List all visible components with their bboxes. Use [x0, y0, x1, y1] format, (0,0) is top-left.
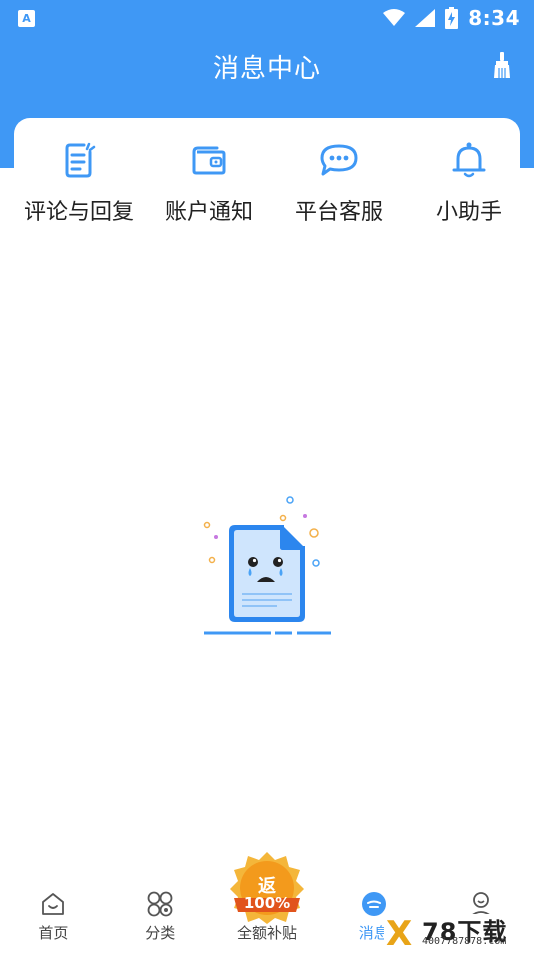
category-service-label: 平台客服: [294, 200, 383, 225]
tab-home[interactable]: 首页: [0, 878, 107, 950]
notification-a-icon: A: [18, 10, 35, 27]
comment-edit-icon: [65, 142, 96, 178]
message-icon: [361, 892, 386, 916]
category-comments-label: 评论与回复: [23, 200, 134, 225]
badge-percent: 100%: [243, 894, 291, 912]
category-account[interactable]: 账户通知: [144, 140, 274, 240]
tab-category[interactable]: 分类: [107, 878, 214, 950]
tab-home-label: 首页: [38, 924, 69, 942]
category-row: 评论与回复 账户通知 平台客服 小助手: [0, 140, 534, 240]
status-time: 8:34: [468, 6, 520, 30]
status-icons: 8:34: [383, 6, 520, 30]
page-title: 消息中心: [212, 54, 321, 84]
category-assistant-label: 小助手: [435, 200, 502, 225]
wallet-icon: [192, 146, 226, 175]
empty-state: [195, 490, 340, 645]
category-icon: [147, 891, 173, 917]
home-icon: [42, 893, 65, 915]
chat-bubble-icon: [320, 144, 358, 176]
status-bar: A 8:34: [0, 0, 534, 36]
category-assistant[interactable]: 小助手: [404, 140, 534, 240]
watermark-logo: X: [386, 914, 413, 954]
category-service[interactable]: 平台客服: [274, 140, 404, 240]
tab-subsidy-label: 全额补贴: [236, 924, 297, 942]
category-comments[interactable]: 评论与回复: [14, 140, 144, 240]
watermark-url: 4007787878.com: [422, 936, 507, 947]
tab-category-label: 分类: [145, 924, 176, 942]
sad-document-icon: [203, 496, 331, 635]
site-watermark: X 78下载 4007787878.com: [384, 914, 534, 954]
rebate-badge[interactable]: 返 100%: [228, 850, 306, 924]
bell-icon: [452, 142, 486, 178]
category-account-label: 账户通知: [164, 200, 253, 225]
cell-signal-icon: [415, 9, 436, 27]
wifi-icon: [383, 9, 406, 26]
battery-icon: [445, 7, 459, 29]
clear-messages-button[interactable]: [488, 50, 516, 80]
broom-icon: [494, 52, 510, 78]
